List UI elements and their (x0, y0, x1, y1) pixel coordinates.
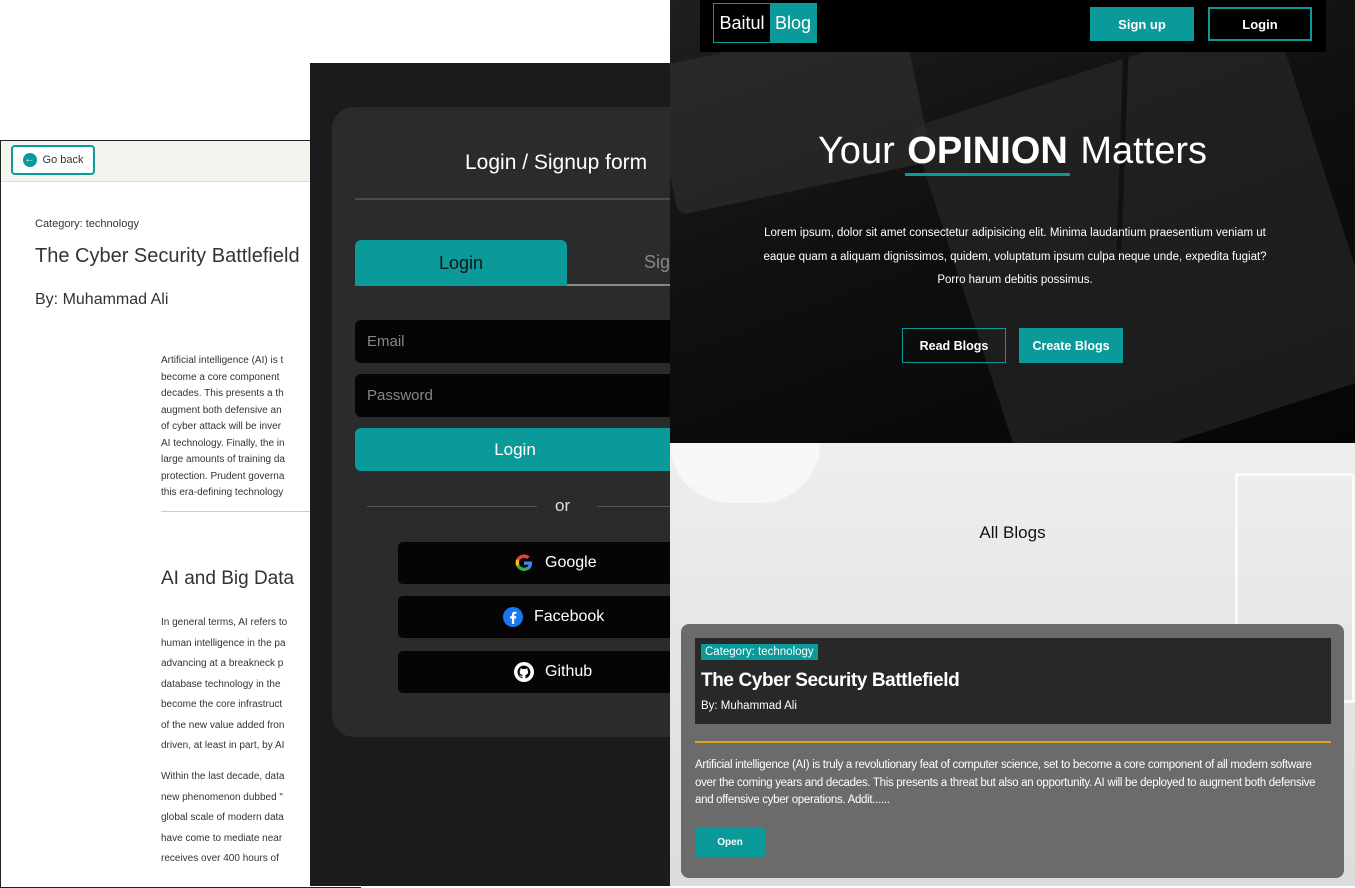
password-field[interactable]: Password (355, 374, 690, 417)
hero-section: Baitul Blog Sign up Login Your OPINION M… (670, 0, 1355, 443)
login-button[interactable]: Login (355, 428, 690, 471)
google-login-button[interactable]: Google (398, 542, 690, 584)
headline-pre: Your (817, 130, 895, 172)
hero-description: Lorem ipsum, dolor sit amet consectetur … (763, 227, 1267, 286)
logo-part-baitul: Baitul (714, 4, 770, 42)
form-divider (355, 198, 685, 200)
blog-card-author: By: Muhammad Ali (701, 700, 797, 712)
article-panel: ← Go back Category: technology The Cyber… (0, 140, 361, 888)
navbar: Baitul Blog Sign up Login (700, 0, 1326, 52)
logo-part-blog: Blog (770, 4, 816, 42)
nav-signup-button[interactable]: Sign up (1090, 7, 1194, 41)
github-icon (513, 661, 535, 683)
all-blogs-heading: All Blogs (979, 523, 1046, 542)
google-icon (513, 552, 535, 574)
article-category: Category: technology (35, 218, 139, 230)
blog-card: Category: technology The Cyber Security … (681, 624, 1344, 878)
blog-card-title: The Cyber Security Battlefield (701, 670, 960, 691)
tab-login[interactable]: Login (355, 240, 567, 286)
blog-category-badge: Category: technology (701, 644, 818, 660)
headline-emphasis: OPINION (905, 130, 1070, 176)
blog-card-header: Category: technology The Cyber Security … (695, 638, 1331, 724)
article-section-heading: AI and Big Data (161, 568, 295, 589)
email-field[interactable]: Email (355, 320, 690, 363)
nav-login-button[interactable]: Login (1208, 7, 1312, 41)
blogs-section: All Blogs Category: technology The Cyber… (670, 443, 1355, 886)
form-title: Login / Signup form (465, 151, 648, 174)
background-lamp (670, 443, 820, 503)
or-text: or (555, 496, 571, 515)
github-label: Github (545, 663, 593, 680)
go-back-label: Go back (42, 154, 84, 166)
blog-card-excerpt: Artificial intelligence (AI) is truly a … (695, 759, 1316, 806)
blog-open-button[interactable]: Open (695, 827, 765, 857)
blog-card-divider (695, 741, 1331, 743)
github-login-button[interactable]: Github (398, 651, 690, 693)
arrow-left-icon: ← (22, 153, 37, 167)
login-panel: Login / Signup form Login Sig Email Pass… (310, 63, 690, 886)
read-blogs-button[interactable]: Read Blogs (902, 328, 1006, 363)
hero-headline: Your OPINION Matters (670, 130, 1355, 176)
create-blogs-button[interactable]: Create Blogs (1019, 328, 1123, 363)
go-back-button[interactable]: ← Go back (11, 145, 95, 175)
article-title: The Cyber Security Battlefield (35, 245, 300, 267)
headline-post: Matters (1080, 130, 1208, 172)
or-divider-left (367, 506, 537, 507)
landing-panel: Baitul Blog Sign up Login Your OPINION M… (670, 0, 1355, 886)
facebook-login-button[interactable]: Facebook (398, 596, 690, 638)
site-logo[interactable]: Baitul Blog (713, 3, 817, 43)
google-label: Google (545, 554, 597, 571)
article-author: By: Muhammad Ali (35, 291, 169, 308)
login-card (332, 107, 690, 737)
facebook-label: Facebook (534, 608, 605, 625)
facebook-icon (502, 606, 524, 628)
